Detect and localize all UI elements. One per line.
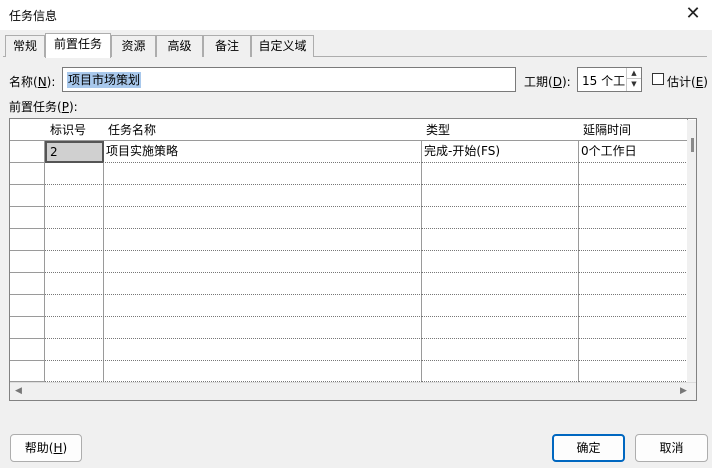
grid-cell[interactable] (421, 273, 579, 295)
title-bar: 任务信息 ✕ (0, 0, 712, 30)
scroll-left-icon[interactable]: ◀ (15, 386, 22, 396)
grid-cell[interactable] (45, 361, 104, 382)
row-header[interactable] (10, 141, 45, 163)
spin-down-icon[interactable]: ▼ (627, 79, 641, 90)
tab-advanced[interactable]: 高级 (156, 35, 203, 57)
grid-cell[interactable] (578, 251, 688, 273)
grid-cell[interactable] (103, 185, 422, 207)
grid-cell[interactable] (578, 207, 688, 229)
grid-cell[interactable] (103, 339, 422, 361)
cell-id[interactable]: 2 (45, 141, 104, 163)
tab-notes[interactable]: 备注 (203, 35, 251, 57)
name-value: 项目市场策划 (67, 72, 142, 88)
grid-cell[interactable] (45, 251, 104, 273)
help-button[interactable]: 帮助(H) (10, 434, 82, 462)
estimate-label: 估计(E) (667, 75, 708, 89)
grid-cell[interactable] (45, 229, 104, 251)
duration-stepper[interactable]: 15 个工 ▲ ▼ (577, 67, 642, 92)
grid-cell[interactable] (578, 339, 688, 361)
column-header-type[interactable]: 类型 (421, 119, 579, 141)
grid-cell[interactable] (578, 185, 688, 207)
column-header-id[interactable]: 标识号 (45, 119, 104, 141)
grid-cell[interactable] (421, 317, 579, 339)
column-header-task-name[interactable]: 任务名称 (103, 119, 422, 141)
row-header[interactable] (10, 207, 45, 229)
scroll-right-icon[interactable]: ▶ (680, 386, 687, 396)
grid-cell[interactable] (578, 273, 688, 295)
row-header[interactable] (10, 317, 45, 339)
window-title: 任务信息 (9, 9, 58, 23)
grid-cell[interactable] (421, 339, 579, 361)
grid-cell[interactable] (45, 273, 104, 295)
grid-cell[interactable] (421, 295, 579, 317)
cell-type[interactable]: 完成-开始(FS) (421, 141, 579, 163)
cancel-button[interactable]: 取消 (635, 434, 708, 462)
vertical-scrollbar[interactable] (687, 120, 696, 382)
grid-cell[interactable] (421, 361, 579, 382)
tab-predecessors[interactable]: 前置任务 (45, 33, 111, 58)
grid-cell[interactable] (45, 163, 104, 185)
row-header[interactable] (10, 361, 45, 382)
grid-cell[interactable] (45, 185, 104, 207)
grid-cell[interactable] (45, 317, 104, 339)
grid-cell[interactable] (103, 207, 422, 229)
predecessors-grid[interactable]: 标识号 任务名称 类型 延隔时间 2 项目实施策略 完成-开始(FS) 0个工作… (9, 118, 697, 401)
grid-cell[interactable] (103, 273, 422, 295)
grid-cell[interactable] (45, 339, 104, 361)
row-header[interactable] (10, 339, 45, 361)
spin-up-icon[interactable]: ▲ (627, 68, 641, 79)
tab-resources[interactable]: 资源 (111, 35, 156, 57)
estimate-checkbox[interactable] (652, 73, 664, 85)
corner-header (10, 119, 46, 141)
name-label: 名称(N): (9, 75, 56, 89)
grid-cell[interactable] (421, 185, 579, 207)
duration-label: 工期(D): (524, 75, 571, 89)
grid-cell[interactable] (421, 251, 579, 273)
row-header[interactable] (10, 295, 45, 317)
ok-button[interactable]: 确定 (552, 434, 625, 462)
grid-cell[interactable] (578, 229, 688, 251)
horizontal-scrollbar[interactable]: ◀ ▶ (10, 382, 696, 400)
column-header-lag[interactable]: 延隔时间 (578, 119, 688, 141)
row-header[interactable] (10, 185, 45, 207)
grid-cell[interactable] (578, 163, 688, 185)
grid-cell[interactable] (421, 163, 579, 185)
row-header[interactable] (10, 163, 45, 185)
grid-cell[interactable] (421, 207, 579, 229)
predecessors-label: 前置任务(P): (9, 100, 78, 114)
stepper-buttons: ▲ ▼ (626, 68, 641, 91)
grid-cell[interactable] (45, 295, 104, 317)
grid-cell[interactable] (103, 361, 422, 382)
grid-cell[interactable] (421, 229, 579, 251)
grid-cell[interactable] (578, 361, 688, 382)
scroll-thumb[interactable] (691, 138, 694, 152)
row-header[interactable] (10, 251, 45, 273)
close-icon[interactable]: ✕ (680, 2, 706, 28)
name-input[interactable]: 项目市场策划 (62, 67, 516, 92)
row-header[interactable] (10, 273, 45, 295)
row-header[interactable] (10, 229, 45, 251)
grid-cell[interactable] (103, 229, 422, 251)
tab-general[interactable]: 常规 (5, 35, 45, 57)
grid-cell[interactable] (103, 317, 422, 339)
grid-cell[interactable] (103, 295, 422, 317)
cell-lag[interactable]: 0个工作日 (578, 141, 688, 163)
grid-cell[interactable] (45, 207, 104, 229)
grid-cell[interactable] (103, 163, 422, 185)
tab-custom-fields[interactable]: 自定义域 (251, 35, 314, 57)
cell-task-name[interactable]: 项目实施策略 (103, 141, 422, 163)
duration-value: 15 个工 (582, 74, 626, 88)
grid-cell[interactable] (103, 251, 422, 273)
grid-cell[interactable] (578, 295, 688, 317)
grid-cell[interactable] (578, 317, 688, 339)
